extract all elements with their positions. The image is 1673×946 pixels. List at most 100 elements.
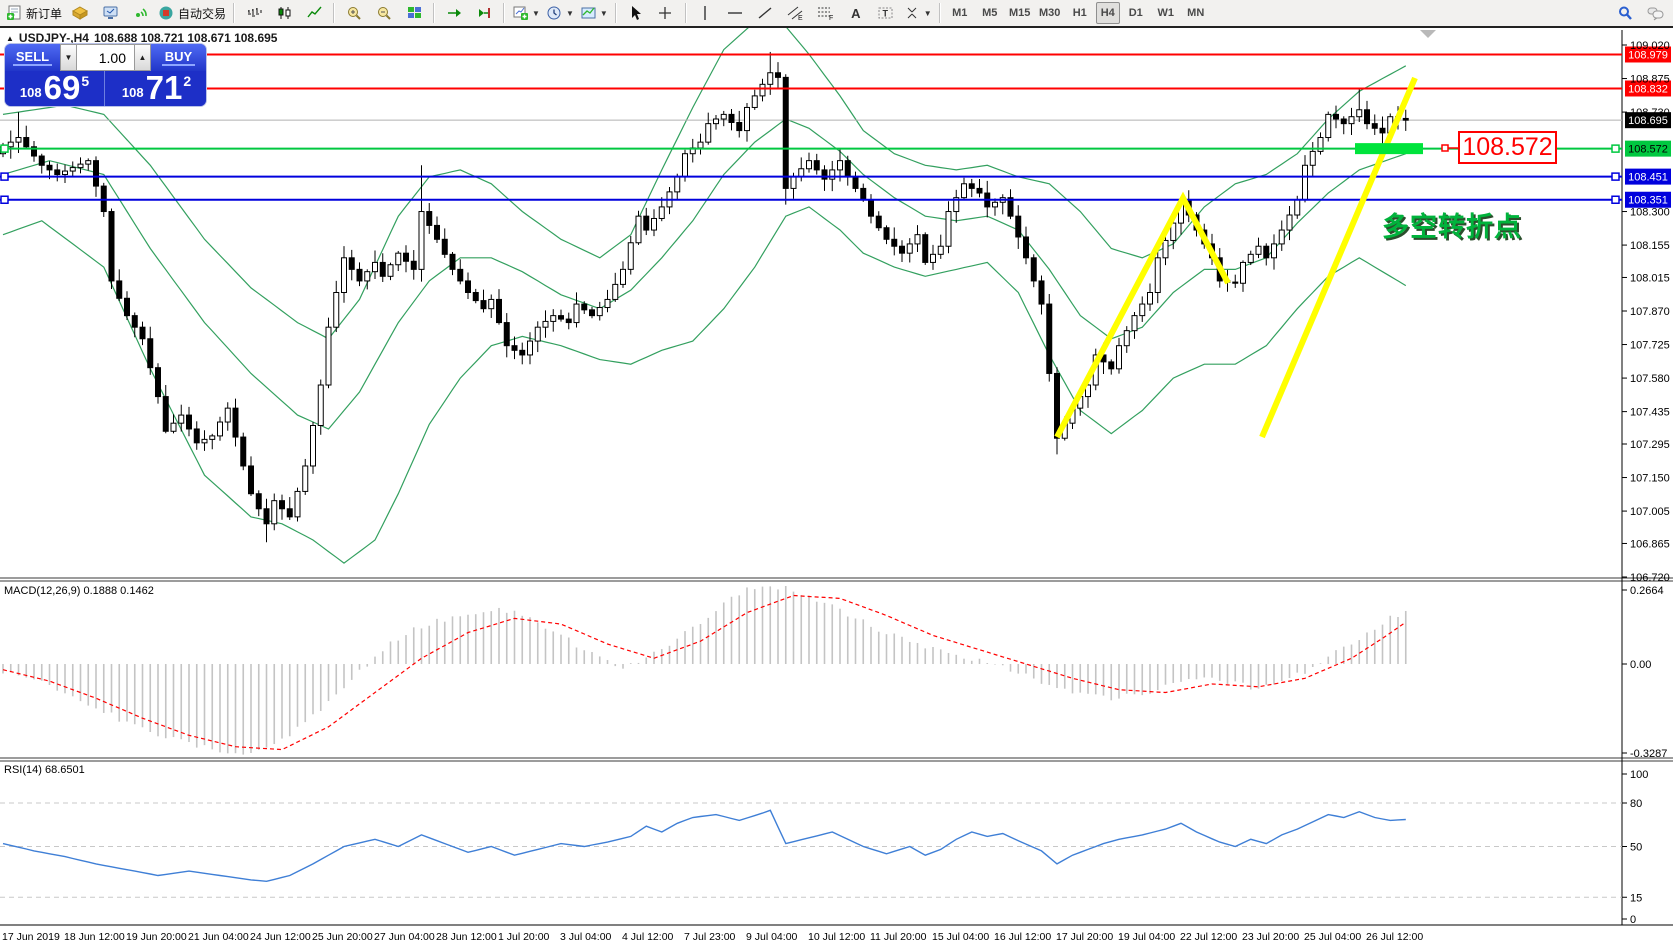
dropdown-arrow-icon: ▼	[600, 9, 608, 18]
rsi-label: RSI(14) 68.6501	[4, 764, 85, 776]
svg-text:80: 80	[1630, 798, 1642, 810]
timeframe-m15[interactable]: M15	[1006, 2, 1034, 24]
svg-text:22 Jul 12:00: 22 Jul 12:00	[1180, 931, 1237, 943]
crosshair-icon	[657, 5, 674, 21]
sell-button[interactable]: SELL	[5, 44, 60, 71]
chart-canvas[interactable]: 108.695108.979108.832108.572108.451108.3…	[0, 0, 1673, 946]
chat-icon	[1647, 5, 1664, 21]
timeframe-h4[interactable]: H4	[1096, 2, 1120, 24]
svg-text:106.720: 106.720	[1630, 572, 1670, 584]
svg-text:27 Jun 04:00: 27 Jun 04:00	[374, 931, 435, 943]
buy-price[interactable]: 108 71 2	[107, 71, 206, 106]
drawn-objects[interactable]	[1057, 78, 1458, 437]
svg-text:11 Jul 20:00: 11 Jul 20:00	[870, 931, 927, 943]
volume-decrease-button[interactable]: ▼	[60, 44, 77, 71]
svg-text:108.875: 108.875	[1630, 74, 1670, 86]
svg-text:108.300: 108.300	[1630, 207, 1670, 219]
turning-point-note[interactable]: 多空转折点	[1382, 205, 1522, 244]
volume-increase-button[interactable]: ▲	[134, 44, 151, 71]
sell-price-big: 69	[44, 73, 81, 103]
bollinger-bands	[3, 22, 1406, 563]
buy-price-big: 71	[146, 73, 183, 103]
search-button[interactable]	[1611, 2, 1639, 24]
new-order-icon	[6, 5, 23, 21]
volume-input[interactable]: 1.00	[77, 44, 134, 71]
zoom-out-icon	[376, 5, 393, 21]
svg-text:10 Jul 12:00: 10 Jul 12:00	[808, 931, 865, 943]
timeframe-mn[interactable]: MN	[1182, 2, 1210, 24]
sell-price-prefix: 108	[20, 85, 42, 100]
buy-button[interactable]: BUY	[151, 44, 206, 71]
auto-scroll-button[interactable]	[440, 2, 468, 24]
new-order-button[interactable]: 新订单	[4, 2, 64, 24]
svg-text:F: F	[829, 15, 833, 21]
crosshair-tool-button[interactable]	[652, 2, 680, 24]
period-dropdown[interactable]: ▼	[544, 2, 576, 24]
dropdown-arrow-icon: ▼	[532, 9, 540, 18]
svg-text:19 Jul 04:00: 19 Jul 04:00	[1118, 931, 1175, 943]
svg-text:108.730: 108.730	[1630, 107, 1670, 119]
bar-chart-button[interactable]	[240, 2, 268, 24]
time-axis: 17 Jun 201918 Jun 12:0019 Jun 20:0021 Ju…	[2, 931, 1423, 943]
symbol-title: USDJPY-,H4	[19, 31, 89, 45]
text-tool[interactable]: A	[842, 2, 870, 24]
chart-shift-marker[interactable]	[1420, 30, 1436, 38]
svg-text:108.572: 108.572	[1628, 144, 1668, 156]
chart-shift-button[interactable]	[470, 2, 498, 24]
macd-pane: MACD(12,26,9) 0.1888 0.14620.26640.00-0.…	[3, 585, 1667, 760]
price-text-label[interactable]: 108.572	[1458, 131, 1557, 164]
terminal-button[interactable]	[96, 2, 124, 24]
text-label-tool[interactable]: T	[872, 2, 900, 24]
autotrading-icon	[158, 5, 175, 21]
timeframe-m5[interactable]: M5	[976, 2, 1004, 24]
fibonacci-icon: F	[817, 5, 834, 21]
new-chart-dropdown[interactable]: ▼	[510, 2, 542, 24]
bollinger-upper	[3, 22, 1406, 339]
green-highlight-segment	[1355, 143, 1423, 154]
timeframe-h1[interactable]: H1	[1066, 2, 1094, 24]
trendline-tool[interactable]	[752, 2, 780, 24]
line-chart-button[interactable]	[300, 2, 328, 24]
chat-button[interactable]	[1641, 2, 1669, 24]
arrows-icon	[904, 5, 921, 21]
timeframe-d1[interactable]: D1	[1122, 2, 1150, 24]
svg-text:4 Jul 12:00: 4 Jul 12:00	[622, 931, 674, 943]
svg-text:107.870: 107.870	[1630, 306, 1670, 318]
svg-text:0.2664: 0.2664	[1630, 585, 1664, 597]
fibonacci-tool[interactable]: F	[812, 2, 840, 24]
toolbar-separator	[503, 3, 505, 23]
timeframe-w1[interactable]: W1	[1152, 2, 1180, 24]
svg-text:15 Jul 04:00: 15 Jul 04:00	[932, 931, 989, 943]
zoom-out-button[interactable]	[370, 2, 398, 24]
dropdown-arrow-icon: ▼	[924, 9, 932, 18]
svg-text:-0.3287: -0.3287	[1630, 748, 1667, 760]
line-chart-icon	[306, 5, 323, 21]
channel-tool[interactable]: E	[782, 2, 810, 24]
horizontal-line-tool[interactable]	[722, 2, 750, 24]
template-icon	[580, 5, 597, 21]
clock-icon	[546, 5, 563, 21]
zoom-in-icon	[346, 5, 363, 21]
template-dropdown[interactable]: ▼	[578, 2, 610, 24]
zoom-in-button[interactable]	[340, 2, 368, 24]
symbol-collapse-icon[interactable]: ▲	[6, 34, 14, 43]
one-click-trading-panel: SELL ▼ 1.00 ▲ BUY 108 69 5 108 71 2	[5, 44, 206, 106]
svg-text:28 Jun 12:00: 28 Jun 12:00	[436, 931, 497, 943]
timeframe-m30[interactable]: M30	[1036, 2, 1064, 24]
signals-button[interactable]	[126, 2, 154, 24]
bollinger-lower	[3, 207, 1406, 563]
candle-chart-button[interactable]	[270, 2, 298, 24]
svg-text:T: T	[883, 9, 889, 19]
cursor-tool-button[interactable]	[622, 2, 650, 24]
autotrading-button[interactable]: 自动交易	[156, 2, 228, 24]
svg-text:0.00: 0.00	[1630, 659, 1651, 671]
arrows-dropdown[interactable]: ▼	[902, 2, 934, 24]
metaquotes-button[interactable]	[66, 2, 94, 24]
svg-text:18 Jun 12:00: 18 Jun 12:00	[64, 931, 125, 943]
vertical-line-tool[interactable]	[692, 2, 720, 24]
down-arrow-icon: ▼	[65, 53, 73, 62]
timeframe-m1[interactable]: M1	[946, 2, 974, 24]
tile-windows-button[interactable]	[400, 2, 428, 24]
sell-price[interactable]: 108 69 5	[5, 71, 105, 106]
svg-text:9 Jul 04:00: 9 Jul 04:00	[746, 931, 798, 943]
